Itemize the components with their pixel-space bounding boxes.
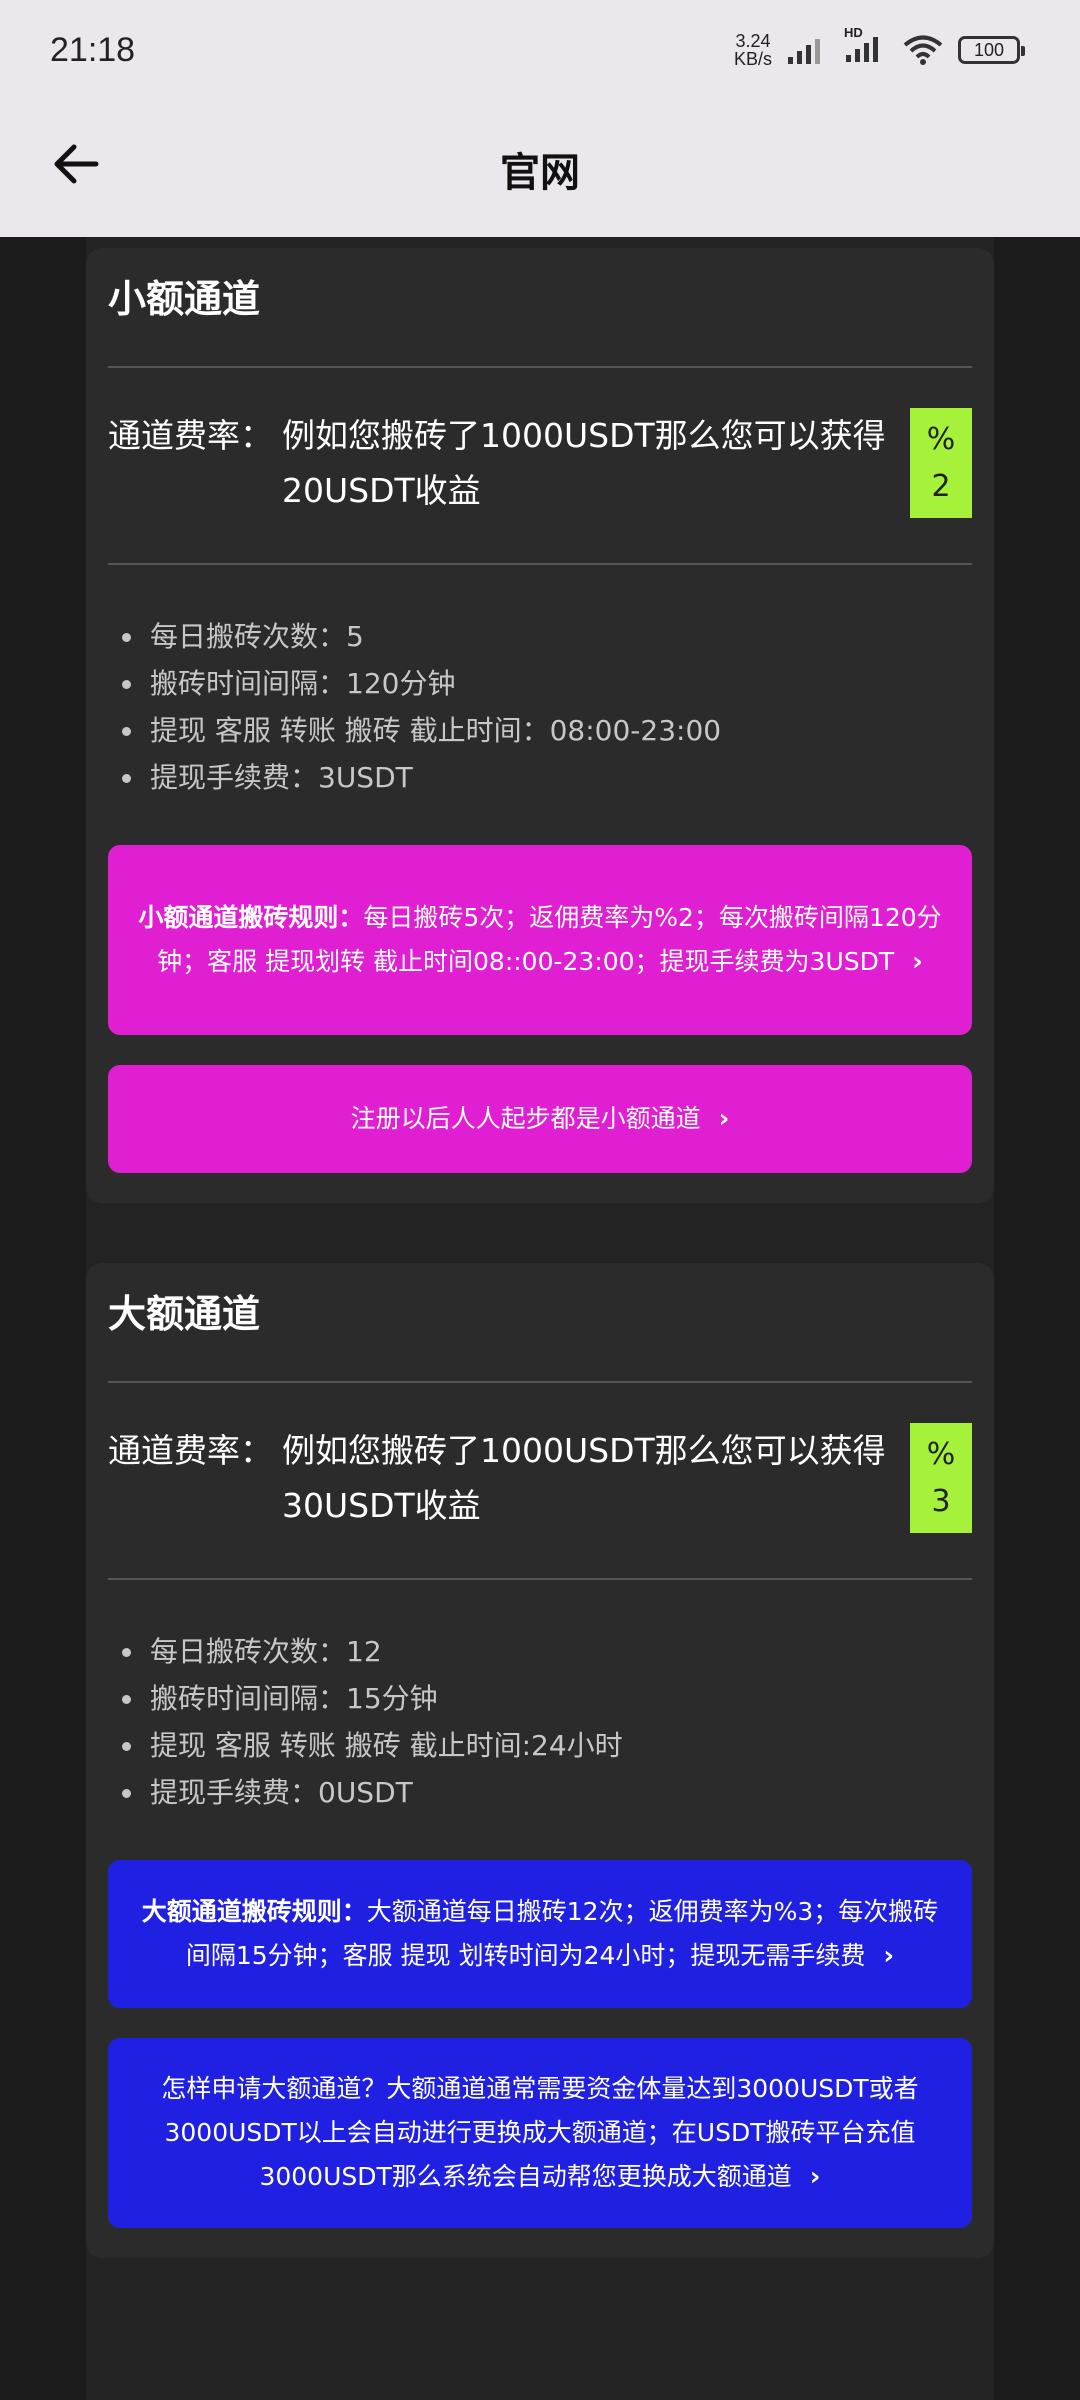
note-text: 注册以后人人起步都是小额通道 <box>350 1104 701 1133</box>
note-text: 怎样申请大额通道？大额通道通常需要资金体量达到3000USDT或者3000USD… <box>161 2074 919 2191</box>
rate-label: 通道费率： <box>108 1431 273 1470</box>
rate-badge: % 2 <box>910 408 972 518</box>
rules-text: 小额通道搬砖规则：每日搬砖5次；返佣费率为%2；每次搬砖间隔120分钟；客服 提… <box>134 896 946 984</box>
net-speed-value: 3.24 <box>735 31 771 51</box>
badge-value: 3 <box>931 1484 951 1519</box>
back-button[interactable] <box>46 134 106 194</box>
list-item: 提现 客服 转账 搬砖 截止时间：08:00-23:00 <box>120 707 972 754</box>
rate-label: 通道费率： <box>108 416 273 455</box>
apply-text: 怎样申请大额通道？大额通道通常需要资金体量达到3000USDT或者3000USD… <box>134 2067 946 2199</box>
page-title: 官网 <box>500 149 580 196</box>
net-speed-unit: KB/s <box>733 49 772 69</box>
chevron-right-icon: › <box>809 2162 821 2192</box>
app-header: 官网 <box>0 100 1080 237</box>
small-channel-rules-button[interactable]: 小额通道搬砖规则：每日搬砖5次；返佣费率为%2；每次搬砖间隔120分钟；客服 提… <box>108 845 972 1035</box>
large-channel-apply-button[interactable]: 怎样申请大额通道？大额通道通常需要资金体量达到3000USDT或者3000USD… <box>108 2038 972 2228</box>
signal-hd-wrapper: HD <box>844 25 888 67</box>
large-channel-rate-row: 通道费率： 例如您搬砖了1000USDT那么您可以获得30USDT收益 % 3 <box>108 1383 972 1580</box>
list-item: 搬砖时间间隔：120分钟 <box>120 660 972 707</box>
chevron-right-icon: › <box>883 1941 895 1971</box>
rules-title: 小额通道搬砖规则： <box>138 903 364 932</box>
small-channel-note-button[interactable]: 注册以后人人起步都是小额通道 › <box>108 1065 972 1173</box>
rate-badge: % 3 <box>910 1423 972 1533</box>
chevron-right-icon: › <box>912 947 923 977</box>
small-channel-features: 每日搬砖次数：5 搬砖时间间隔：120分钟 提现 客服 转账 搬砖 截止时间：0… <box>108 565 972 845</box>
arrow-left-icon <box>54 144 99 184</box>
large-channel-title: 大额通道 <box>108 1263 972 1383</box>
list-item: 搬砖时间间隔：15分钟 <box>120 1675 972 1722</box>
wifi-icon <box>903 35 943 65</box>
battery-icon: 100 <box>958 36 1025 64</box>
large-channel-card: 大额通道 通道费率： 例如您搬砖了1000USDT那么您可以获得30USDT收益… <box>86 1263 994 2258</box>
list-item: 每日搬砖次数：12 <box>120 1628 972 1675</box>
list-item: 每日搬砖次数：5 <box>120 613 972 660</box>
rules-title: 大额通道搬砖规则： <box>141 1897 367 1926</box>
rate-description: 例如您搬砖了1000USDT那么您可以获得30USDT收益 <box>282 1431 886 1525</box>
list-item: 提现手续费：3USDT <box>120 754 972 801</box>
badge-value: 2 <box>931 469 951 504</box>
list-item: 提现 客服 转账 搬砖 截止时间:24小时 <box>120 1722 972 1769</box>
status-icons: 3.24 KB/s HD 100 <box>734 25 1025 68</box>
status-bar: 21:18 3.24 KB/s HD 100 <box>0 0 1080 100</box>
badge-symbol: % <box>926 1437 956 1472</box>
small-channel-rate-row: 通道费率： 例如您搬砖了1000USDT那么您可以获得20USDT收益 % 2 <box>108 368 972 565</box>
small-channel-card: 小额通道 通道费率： 例如您搬砖了1000USDT那么您可以获得20USDT收益… <box>86 248 994 1203</box>
chevron-right-icon: › <box>718 1104 730 1134</box>
small-channel-title: 小额通道 <box>108 248 972 368</box>
rate-description: 例如您搬砖了1000USDT那么您可以获得20USDT收益 <box>282 416 886 510</box>
rules-text: 大额通道搬砖规则：大额通道每日搬砖12次；返佣费率为%3；每次搬砖间隔15分钟；… <box>134 1890 946 1978</box>
net-speed: 3.24 KB/s <box>734 32 772 68</box>
signal-icon <box>788 39 820 64</box>
large-channel-features: 每日搬砖次数：12 搬砖时间间隔：15分钟 提现 客服 转账 搬砖 截止时间:2… <box>108 1580 972 1860</box>
large-channel-rules-button[interactable]: 大额通道搬砖规则：大额通道每日搬砖12次；返佣费率为%3；每次搬砖间隔15分钟；… <box>108 1860 972 2008</box>
list-item: 提现手续费：0USDT <box>120 1769 972 1816</box>
badge-symbol: % <box>926 422 956 457</box>
status-time: 21:18 <box>50 30 136 69</box>
hd-label: HD <box>844 25 863 40</box>
